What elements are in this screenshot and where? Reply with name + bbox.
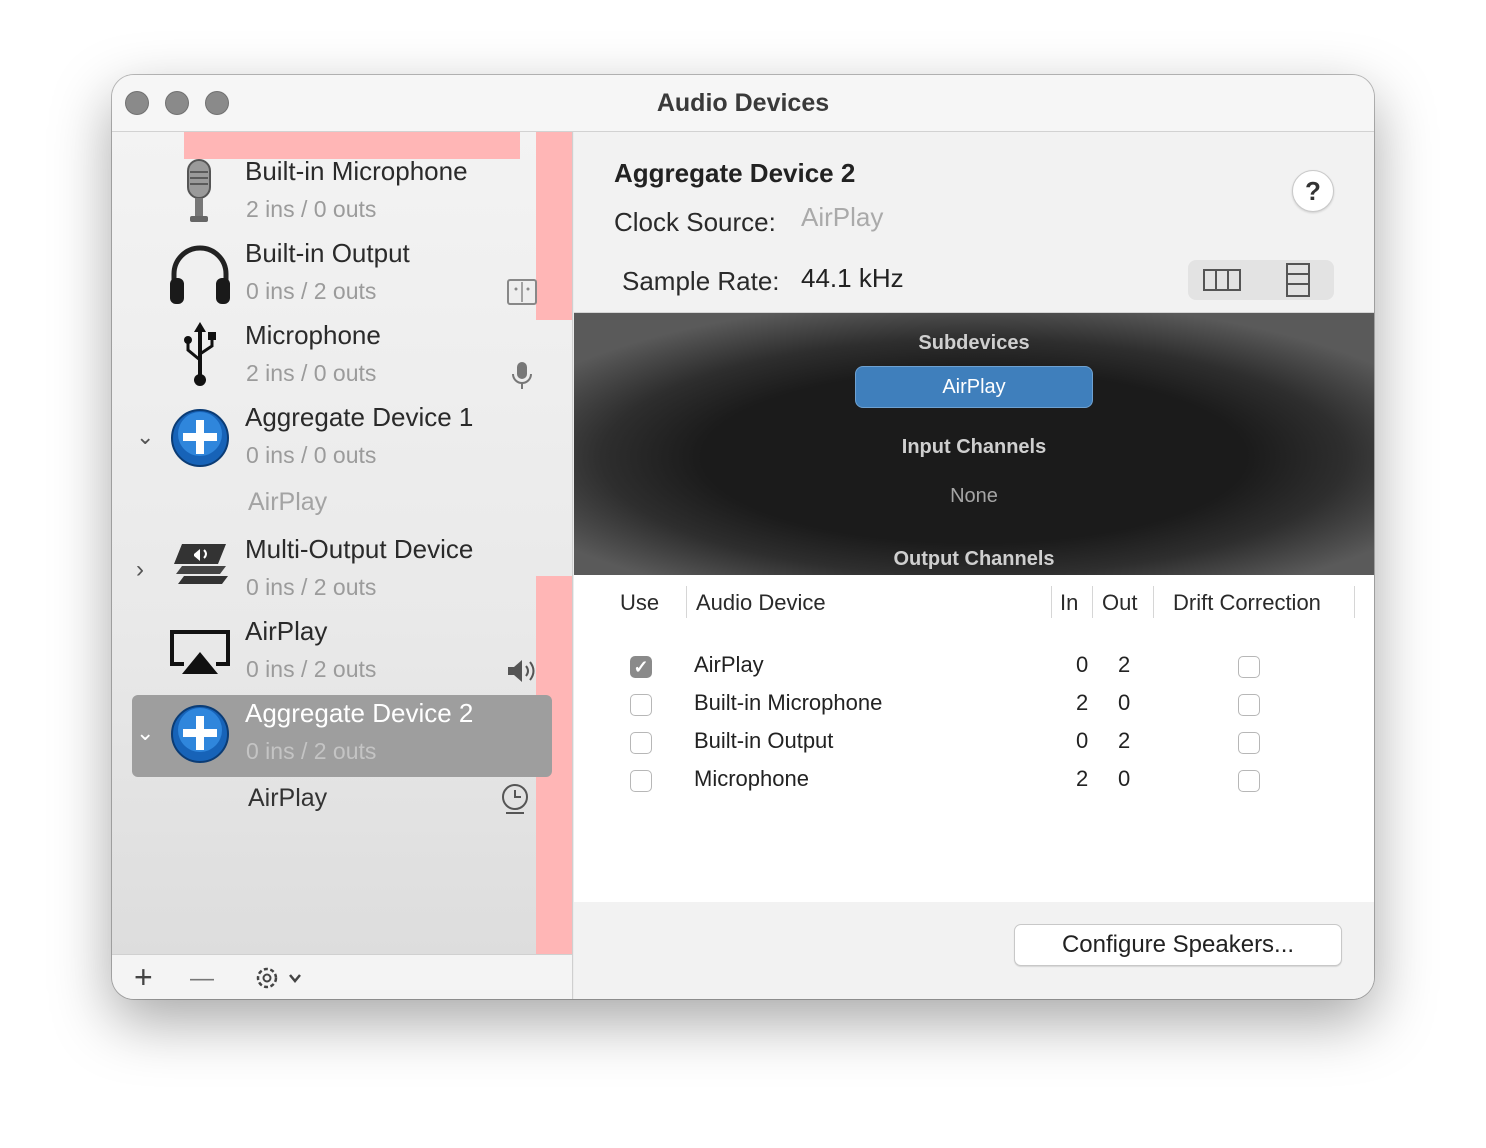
column-header-in[interactable]: In <box>1060 590 1078 616</box>
table-row[interactable]: ✓ AirPlay 0 2 <box>574 648 1374 686</box>
subdevices-overview: Subdevices AirPlay Input Channels None O… <box>574 313 1374 575</box>
device-name: Aggregate Device 1 <box>245 402 474 432</box>
device-item-microphone[interactable]: Microphone 2 ins / 0 outs <box>112 316 572 398</box>
column-header-drift-correction[interactable]: Drift Correction <box>1173 590 1321 616</box>
device-item-aggregate-device-2[interactable]: ⌄ Aggregate Device 2 0 ins / 2 outs <box>112 694 572 776</box>
view-segmented-control <box>1188 260 1334 300</box>
device-io: 0 ins / 2 outs <box>246 738 377 764</box>
column-separator <box>1354 586 1355 618</box>
chevron-right-icon[interactable]: › <box>136 556 144 584</box>
input-channels-value: None <box>950 485 998 507</box>
usb-icon <box>184 322 216 386</box>
column-separator <box>686 586 687 618</box>
chevron-down-icon[interactable]: ⌄ <box>136 424 154 450</box>
device-name: Multi-Output Device <box>245 534 474 564</box>
clock-source-label: Clock Source: <box>614 207 776 237</box>
device-name: Built-in Output <box>245 238 410 268</box>
clock-icon <box>502 784 528 814</box>
device-name: Microphone <box>245 320 381 350</box>
configure-speakers-button[interactable]: Configure Speakers... <box>1014 924 1342 966</box>
microphone-icon <box>187 159 211 222</box>
mic-small-icon <box>512 362 532 389</box>
audio-devices-window: Audio Devices Built-in Microphone 2 ins … <box>112 75 1374 999</box>
drift-correction-checkbox[interactable] <box>1238 732 1260 754</box>
row-device: Built-in Microphone <box>694 690 883 715</box>
row-device: AirPlay <box>694 652 764 677</box>
row-in: 0 <box>1076 652 1089 677</box>
device-io: 2 ins / 0 outs <box>246 360 377 386</box>
use-checkbox[interactable] <box>630 694 652 716</box>
use-checkbox[interactable]: ✓ <box>630 656 652 678</box>
device-detail-pane: Aggregate Device 2 ? Clock Source: AirPl… <box>574 132 1374 999</box>
device-io: 0 ins / 2 outs <box>246 278 377 304</box>
use-checkbox[interactable] <box>630 732 652 754</box>
device-item-multi-output-device[interactable]: › Multi-Output Device 0 ins / 2 outs <box>112 530 572 612</box>
device-name: Built-in Microphone <box>245 156 468 186</box>
output-channels-heading: Output Channels <box>893 548 1055 570</box>
aggregate-icon <box>171 409 229 467</box>
column-separator <box>1051 586 1052 618</box>
drift-correction-checkbox[interactable] <box>1238 770 1260 792</box>
row-out: 0 <box>1118 690 1131 715</box>
device-item-aggregate-device-1[interactable]: ⌄ Aggregate Device 1 0 ins / 0 outs <box>112 398 572 480</box>
row-device: Built-in Output <box>694 728 834 753</box>
subdevices-heading: Subdevices <box>918 332 1030 354</box>
device-io: 2 ins / 0 outs <box>246 196 377 222</box>
device-sidebar: Built-in Microphone 2 ins / 0 outs Built… <box>112 132 573 954</box>
drift-correction-checkbox[interactable] <box>1238 656 1260 678</box>
column-header-audio-device[interactable]: Audio Device <box>696 590 826 616</box>
column-header-use[interactable]: Use <box>620 590 659 616</box>
subdevice-item-airplay[interactable]: AirPlay <box>248 784 327 813</box>
subdevice-item-airplay[interactable]: AirPlay <box>248 488 327 517</box>
table-row[interactable]: Microphone 2 0 <box>574 762 1374 800</box>
subdevice-table: Use Audio Device In Out Drift Correction… <box>574 576 1374 902</box>
row-out: 2 <box>1118 652 1131 677</box>
input-channels-heading: Input Channels <box>901 436 1047 458</box>
window-title: Audio Devices <box>656 89 830 117</box>
device-header: Aggregate Device 2 ? Clock Source: AirPl… <box>574 132 1374 313</box>
sample-rate-label: Sample Rate: <box>622 266 780 296</box>
device-item-built-in-microphone[interactable]: Built-in Microphone 2 ins / 0 outs <box>112 152 572 234</box>
use-checkbox[interactable] <box>630 770 652 792</box>
airplay-icon <box>170 630 230 674</box>
aggregate-icon <box>171 705 229 763</box>
add-device-button[interactable]: + <box>134 959 153 995</box>
chevron-down-icon[interactable]: ⌄ <box>136 720 154 746</box>
device-io: 0 ins / 0 outs <box>246 442 377 468</box>
sample-rate-popup[interactable]: 44.1 kHz <box>801 263 904 294</box>
column-separator <box>1092 586 1093 618</box>
device-name: AirPlay <box>245 616 328 646</box>
row-view-icon[interactable] <box>1261 260 1334 300</box>
row-device: Microphone <box>694 766 809 791</box>
sidebar-toolbar: + — <box>112 954 573 999</box>
device-item-airplay[interactable]: AirPlay 0 ins / 2 outs <box>112 612 572 694</box>
speaker-icon <box>508 660 535 682</box>
finder-icon <box>507 279 537 305</box>
row-in: 2 <box>1076 766 1089 791</box>
column-header-out[interactable]: Out <box>1102 590 1137 616</box>
column-view-icon[interactable] <box>1188 260 1261 300</box>
device-io: 0 ins / 2 outs <box>246 574 377 600</box>
device-io: 0 ins / 2 outs <box>246 656 377 682</box>
table-row[interactable]: Built-in Output 0 2 <box>574 724 1374 762</box>
row-in: 2 <box>1076 690 1089 715</box>
table-row[interactable]: Built-in Microphone 2 0 <box>574 686 1374 724</box>
row-out: 2 <box>1118 728 1131 753</box>
headphones-icon <box>170 245 230 304</box>
drift-correction-checkbox[interactable] <box>1238 694 1260 716</box>
multi-output-icon <box>174 544 228 584</box>
device-title: Aggregate Device 2 <box>614 158 856 188</box>
clock-source-popup[interactable]: AirPlay <box>801 202 883 233</box>
title-bar: Audio Devices <box>112 75 1374 132</box>
row-in: 0 <box>1076 728 1089 753</box>
bottom-bar: Configure Speakers... <box>574 902 1374 999</box>
device-item-built-in-output[interactable]: Built-in Output 0 ins / 2 outs <box>112 234 572 316</box>
device-name: Aggregate Device 2 <box>245 698 474 728</box>
subdevice-airplay-button[interactable]: AirPlay <box>855 366 1093 408</box>
column-separator <box>1153 586 1154 618</box>
help-button[interactable]: ? <box>1292 170 1334 212</box>
gear-menu-icon[interactable] <box>252 963 306 993</box>
remove-device-button[interactable]: — <box>190 961 214 997</box>
row-out: 0 <box>1118 766 1131 791</box>
